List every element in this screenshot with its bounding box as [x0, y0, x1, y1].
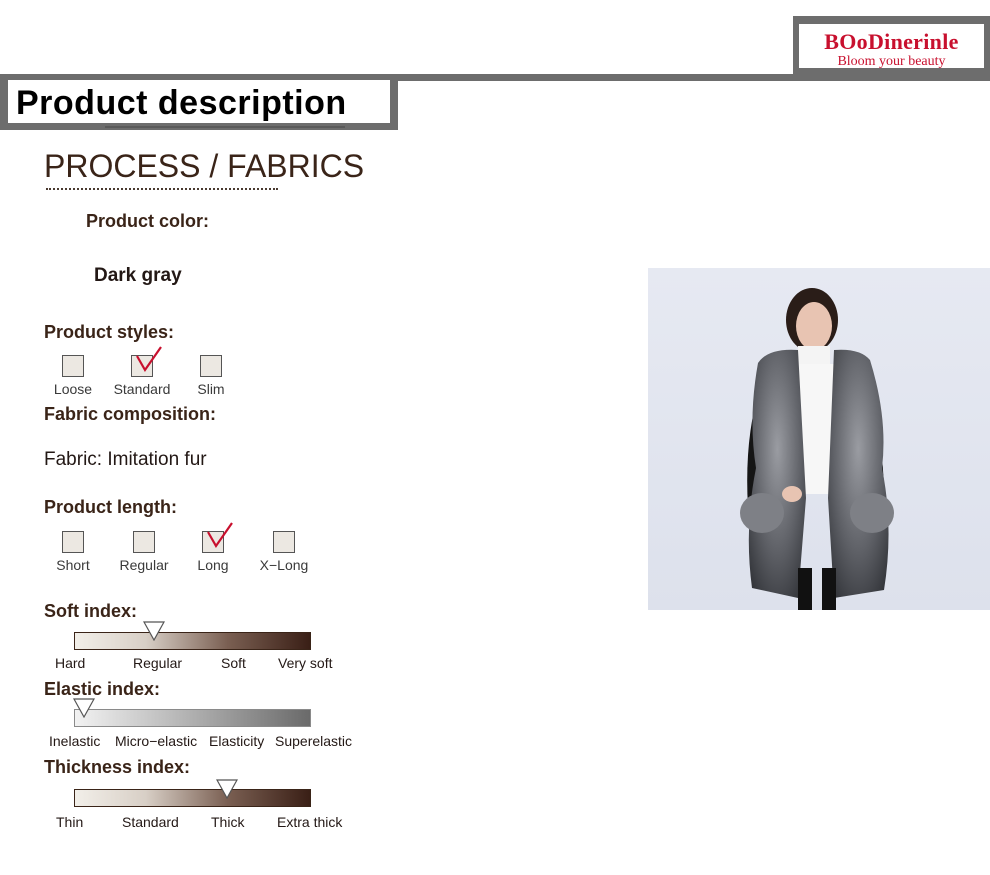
product-photo: [648, 268, 990, 610]
checkbox-checked: [202, 522, 233, 553]
thickness-index-pointer-icon: [216, 779, 238, 799]
thickness-scale-label: Extra thick: [277, 814, 343, 830]
check-mark-icon: [207, 522, 233, 549]
length-option-x-long: X−Long: [244, 531, 324, 573]
checkbox: [62, 355, 84, 377]
soft-index-label: Soft index:: [44, 601, 137, 621]
thickness-index-bar: [74, 789, 311, 807]
checkbox: [133, 531, 155, 553]
product-styles-label: Product styles:: [44, 322, 175, 342]
model-illustration: [648, 268, 990, 610]
section-divider: [46, 188, 278, 190]
soft-scale-label: Hard: [55, 655, 86, 671]
elastic-index-label: Elastic index:: [44, 679, 161, 699]
title-panel: Product description: [8, 80, 390, 123]
thickness-scale-label: Thin: [56, 814, 84, 830]
soft-index-pointer-icon: [143, 621, 165, 641]
title-frame: Product description: [0, 74, 398, 130]
option-label: X−Long: [259, 557, 309, 573]
checkbox: [200, 355, 222, 377]
checkbox: [62, 531, 84, 553]
style-option-slim: Slim: [171, 355, 251, 397]
checkbox: [273, 531, 295, 553]
product-color-value: Dark gray: [94, 265, 182, 286]
fabric-composition-label: Fabric composition:: [44, 404, 217, 424]
elastic-scale-label: Inelastic: [49, 733, 101, 749]
brand-logo-frame: BOoDinerinle Bloom your beauty: [793, 16, 990, 74]
soft-scale-label: Very soft: [278, 655, 333, 671]
thickness-index-label: Thickness index:: [44, 757, 191, 777]
option-label: Loose: [53, 381, 93, 397]
length-option-long: Long: [173, 522, 253, 573]
check-mark-icon: [136, 346, 162, 373]
option-label: Slim: [197, 381, 225, 397]
soft-index-bar: [74, 632, 311, 650]
thickness-scale-label: Standard: [122, 814, 179, 830]
soft-scale-label: Regular: [133, 655, 183, 671]
elastic-scale-label: Superelastic: [275, 733, 353, 749]
option-label: Standard: [113, 381, 171, 397]
elastic-index-pointer-icon: [73, 698, 95, 718]
soft-scale-label: Soft: [221, 655, 246, 671]
checkbox-checked: [131, 346, 162, 377]
option-label: Regular: [119, 557, 169, 573]
length-option-short: Short: [33, 531, 113, 573]
thickness-scale-label: Thick: [211, 814, 245, 830]
product-color-label: Product color:: [86, 211, 210, 231]
brand-name: BOoDinerinle: [824, 29, 959, 54]
style-option-loose: Loose: [33, 355, 113, 397]
title-underline: [105, 126, 345, 128]
fabric-composition-value: Fabric: Imitation fur: [44, 449, 207, 470]
elastic-index-bar: [74, 709, 311, 727]
elastic-scale-label: Micro−elastic: [115, 733, 198, 749]
section-title: PROCESS / FABRICS: [44, 148, 365, 184]
brand-logo: BOoDinerinle Bloom your beauty: [799, 24, 984, 69]
option-label: Short: [56, 557, 90, 573]
length-option-regular: Regular: [104, 531, 184, 573]
style-option-standard: Standard: [102, 346, 182, 397]
brand-tagline: Bloom your beauty: [837, 54, 946, 69]
product-length-label: Product length:: [44, 497, 177, 517]
elastic-scale-label: Elasticity: [209, 733, 265, 749]
page-title: Product description: [16, 84, 347, 122]
option-label: Long: [197, 557, 229, 573]
